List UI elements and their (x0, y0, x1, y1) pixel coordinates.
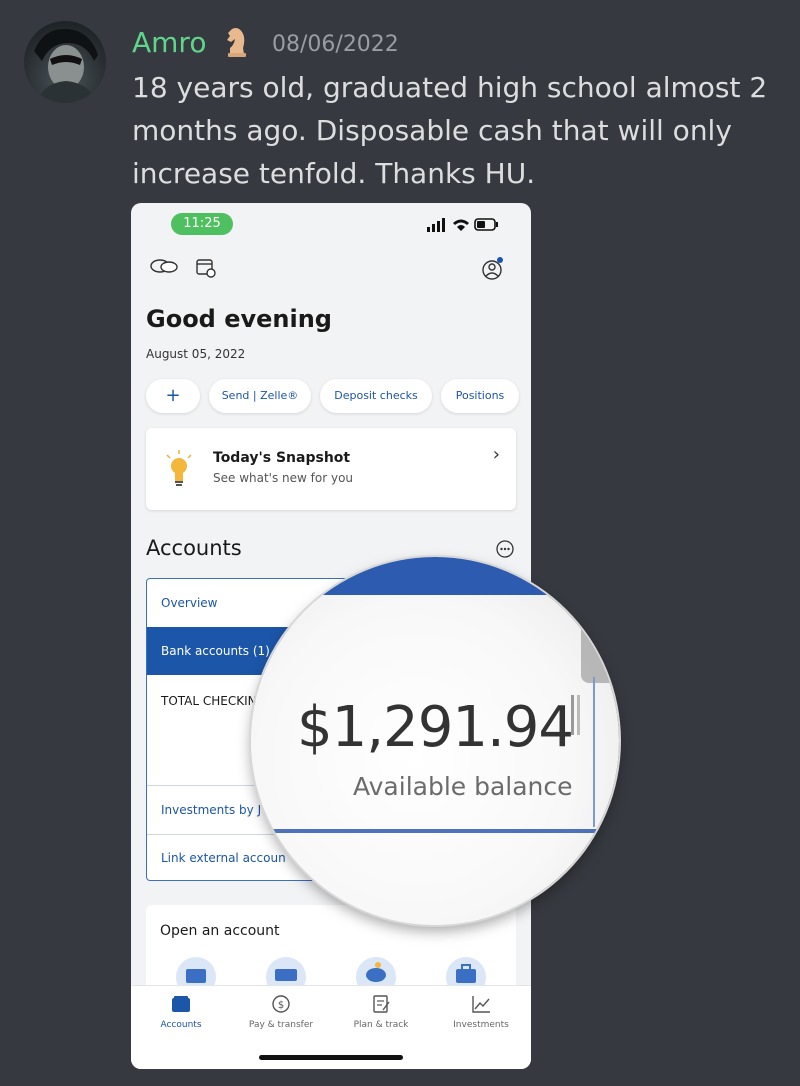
lens-row-border (251, 829, 619, 833)
status-icons (421, 217, 501, 233)
home-indicator (259, 1055, 403, 1060)
tab-label: Investments (453, 1020, 509, 1030)
chess-knight-icon (224, 24, 250, 62)
user-avatar[interactable] (24, 21, 106, 103)
open-account-title: Open an account (160, 923, 280, 939)
wallet-icon (172, 996, 190, 1012)
chat-icon[interactable] (149, 257, 179, 281)
lens-divider (577, 695, 580, 735)
snapshot-card[interactable]: Today's Snapshot See what's new for you … (146, 428, 516, 510)
tab-investments[interactable]: Investments (431, 994, 531, 1030)
greeting-heading: Good evening (146, 305, 332, 333)
status-time: 11:25 (171, 213, 233, 235)
credit-card-icon[interactable] (174, 955, 218, 997)
available-balance-amount: $1,291.94 (297, 695, 574, 760)
chevron-right-icon: › (492, 444, 500, 465)
tab-label: Plan & track (353, 1020, 409, 1030)
username[interactable]: Amro (132, 26, 206, 59)
lens-divider (571, 695, 574, 735)
add-action-button[interactable]: + (146, 379, 200, 413)
debit-card-icon[interactable] (264, 955, 308, 997)
lens-header-band (251, 557, 619, 595)
send-zelle-button[interactable]: Send | Zelle® (209, 379, 311, 413)
snapshot-title: Today's Snapshot (213, 450, 351, 466)
available-balance-label: Available balance (353, 772, 573, 801)
positions-button[interactable]: Positions (441, 379, 519, 413)
deposit-checks-button[interactable]: Deposit checks (320, 379, 432, 413)
notepad-icon (373, 995, 390, 1013)
profile-icon[interactable] (481, 257, 505, 285)
inbox-icon[interactable] (195, 257, 217, 283)
accounts-heading: Accounts (146, 536, 242, 560)
balance-magnifier: $1,291.94 Available balance (251, 557, 619, 925)
briefcase-icon[interactable] (444, 955, 488, 997)
dollar-cycle-icon: $ (272, 995, 290, 1013)
tab-accounts[interactable]: Accounts (131, 994, 231, 1030)
tab-label: Pay & transfer (248, 1020, 314, 1030)
svg-text:$: $ (278, 1000, 284, 1011)
lightbulb-icon (164, 450, 194, 492)
message-timestamp: 08/06/2022 (272, 32, 399, 57)
greeting-date: August 05, 2022 (146, 347, 246, 361)
lens-scroll-handle (581, 623, 619, 683)
tab-pay-transfer[interactable]: $ Pay & transfer (231, 994, 331, 1030)
tab-label: Accounts (160, 1020, 202, 1030)
lens-panel-border (593, 677, 595, 827)
piggy-bank-icon[interactable] (354, 955, 398, 997)
message-text: 18 years old, graduated high school almo… (132, 71, 768, 190)
chart-line-icon (472, 996, 490, 1013)
tab-plan-track[interactable]: Plan & track (331, 994, 431, 1030)
snapshot-subtitle: See what's new for you (213, 471, 354, 485)
